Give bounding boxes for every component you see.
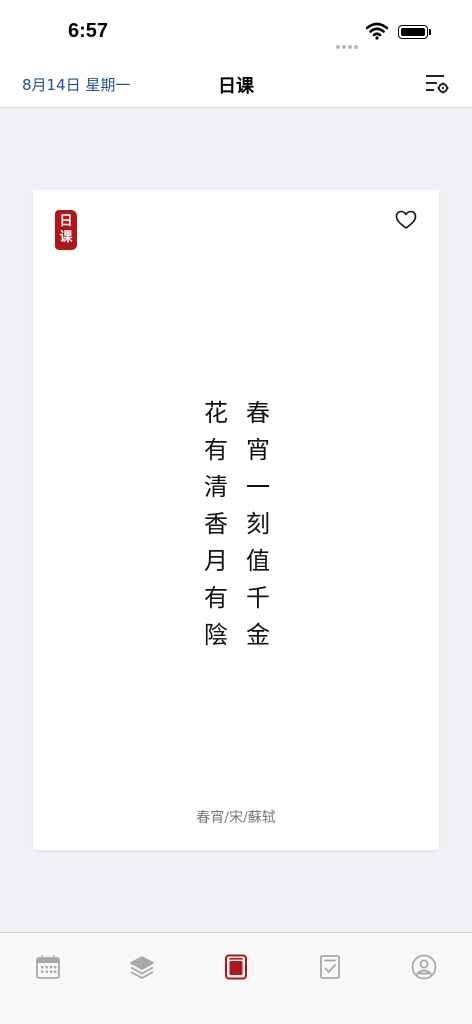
card-icon bbox=[225, 954, 247, 980]
list-settings-icon[interactable] bbox=[424, 72, 450, 96]
battery-tip bbox=[429, 29, 431, 35]
calendar-icon bbox=[36, 955, 60, 979]
tab-calendar[interactable] bbox=[34, 953, 62, 981]
poem-char: 春 bbox=[246, 399, 270, 427]
poem-char: 有 bbox=[204, 436, 228, 464]
battery-icon bbox=[398, 25, 428, 39]
heart-icon[interactable] bbox=[395, 210, 417, 230]
poem-char: 值 bbox=[246, 547, 270, 575]
poem-char: 金 bbox=[246, 621, 270, 649]
wifi-icon bbox=[366, 22, 388, 40]
tab-bar bbox=[0, 932, 472, 1024]
profile-icon bbox=[411, 954, 437, 980]
poem-char: 月 bbox=[204, 547, 228, 575]
poem-char: 清 bbox=[204, 473, 228, 501]
poem-char: 宵 bbox=[246, 436, 270, 464]
cellular-signal-icon bbox=[336, 34, 360, 53]
poem-char: 刻 bbox=[246, 510, 270, 538]
poem-text: 春 宵 一 刻 值 千 金 花 有 清 香 月 有 陰 bbox=[201, 395, 273, 654]
status-time: 6:57 bbox=[68, 20, 109, 42]
poem-char: 一 bbox=[246, 473, 270, 501]
navigation-bar: 8月14日 星期一 日课 bbox=[0, 60, 472, 108]
poem-card[interactable]: 日 课 春 宵 一 刻 值 千 金 花 有 清 香 月 有 陰 春宵/宋/蘇轼 bbox=[33, 190, 439, 850]
tab-layers[interactable] bbox=[128, 953, 156, 981]
tab-profile[interactable] bbox=[410, 953, 438, 981]
seal-char: 日 bbox=[59, 214, 73, 229]
poem-char: 有 bbox=[204, 584, 228, 612]
poem-char: 花 bbox=[204, 399, 228, 427]
layers-icon bbox=[130, 956, 154, 979]
status-bar: 6:57 bbox=[0, 0, 472, 60]
tab-daily-card[interactable] bbox=[222, 953, 250, 981]
page-title: 日课 bbox=[218, 76, 254, 97]
poem-line: 花 有 清 香 月 有 陰 bbox=[201, 395, 231, 654]
poem-char: 千 bbox=[246, 584, 270, 612]
seal-char: 课 bbox=[59, 230, 73, 245]
tab-checklist[interactable] bbox=[316, 953, 344, 981]
poem-source: 春宵/宋/蘇轼 bbox=[196, 810, 276, 826]
seal-logo: 日 课 bbox=[55, 210, 77, 250]
checklist-icon bbox=[320, 955, 340, 979]
poem-char: 陰 bbox=[204, 621, 228, 649]
poem-line: 春 宵 一 刻 值 千 金 bbox=[243, 395, 273, 654]
poem-char: 香 bbox=[204, 510, 228, 538]
